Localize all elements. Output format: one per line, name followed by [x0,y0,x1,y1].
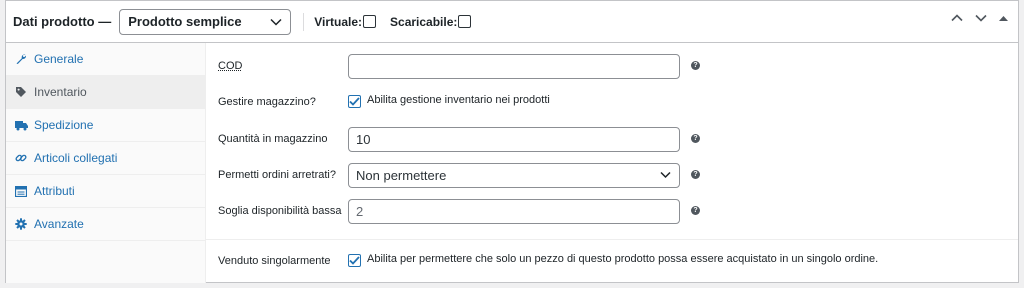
help-icon[interactable]: ? [691,170,700,179]
inventory-fields: COD ? Gestire magazzino? Abilita gestion… [206,43,1018,283]
tag-icon [14,85,28,99]
product-tabs: Generale Inventario Spedizione Articoli … [6,43,206,283]
manage-stock-label: Gestire magazzino? [218,96,316,108]
quantity-input[interactable]: 10 [348,126,680,152]
backorders-value: Non permettere [356,167,447,183]
wrench-icon [14,52,28,66]
help-icon[interactable]: ? [691,206,700,215]
backorders-select[interactable]: Non permettere [348,162,680,188]
downloadable-checkbox[interactable] [458,15,472,28]
tab-articoli-collegati[interactable]: Articoli collegati [6,142,205,175]
virtual-option[interactable]: Virtuale: [314,14,377,29]
tab-label: Spedizione [34,118,94,132]
truck-icon [14,118,28,132]
downloadable-option[interactable]: Scaricabile: [390,14,472,29]
low-stock-row: Soglia disponibilità bassa 2 ? [218,198,718,224]
tab-label: Articoli collegati [34,151,118,165]
section-divider [206,239,1018,240]
header-separator [303,12,305,31]
downloadable-label: Scaricabile: [390,14,458,29]
virtual-label: Virtuale: [314,14,363,29]
sold-individually-row: Venduto singolarmente Abilita per permet… [218,248,1018,274]
sku-label: COD [218,60,243,72]
tab-label: Attributi [34,184,75,198]
product-data-panel: Dati prodotto — Prodotto semplice Virtua… [5,0,1019,283]
checkmark-icon [349,97,360,106]
manage-stock-text: Abilita gestione inventario nei prodotti [367,94,550,106]
tab-inventario[interactable]: Inventario [6,76,205,109]
checkmark-icon [349,256,360,265]
chevron-down-icon [270,18,282,26]
product-type-select[interactable]: Prodotto semplice [119,8,292,35]
sold-individually-label: Venduto singolarmente [218,255,331,267]
tab-spedizione[interactable]: Spedizione [6,109,205,142]
tab-label: Generale [34,52,84,66]
chevron-up-icon[interactable] [951,14,963,22]
chevron-down-icon [660,171,671,178]
virtual-checkbox[interactable] [363,15,377,28]
link-icon [14,151,28,165]
tab-label: Avanzate [34,217,84,231]
panel-header: Dati prodotto — Prodotto semplice Virtua… [6,1,1018,43]
panel-body: Generale Inventario Spedizione Articoli … [6,43,1018,283]
chevron-down-icon[interactable] [975,14,987,22]
backorders-label: Permetti ordini arretrati? [218,169,336,181]
table-icon [14,184,28,198]
help-icon[interactable]: ? [691,61,700,70]
low-stock-input[interactable]: 2 [348,198,680,224]
sold-individually-checkbox[interactable] [348,254,361,267]
sku-input[interactable] [348,53,680,79]
gear-icon [14,217,28,231]
quantity-row: Quantità in magazzino 10 ? [218,126,718,152]
manage-stock-checkbox[interactable] [348,95,361,108]
tab-generale[interactable]: Generale [6,43,205,76]
manage-stock-row: Gestire magazzino? Abilita gestione inve… [218,89,718,115]
collapse-toggle-icon[interactable] [999,15,1008,22]
quantity-label: Quantità in magazzino [218,133,328,145]
panel-controls [951,14,1008,22]
sold-individually-text: Abilita per permettere che solo un pezzo… [367,253,879,265]
help-icon[interactable]: ? [691,134,700,143]
backorders-row: Permetti ordini arretrati? Non permetter… [218,162,718,188]
tab-attributi[interactable]: Attributi [6,175,205,208]
sku-row: COD ? [218,53,718,79]
tab-label: Inventario [34,85,87,99]
tab-avanzate[interactable]: Avanzate [6,208,205,241]
product-type-value: Prodotto semplice [128,14,242,29]
panel-title: Dati prodotto — [13,14,112,29]
low-stock-label: Soglia disponibilità bassa [218,205,342,217]
